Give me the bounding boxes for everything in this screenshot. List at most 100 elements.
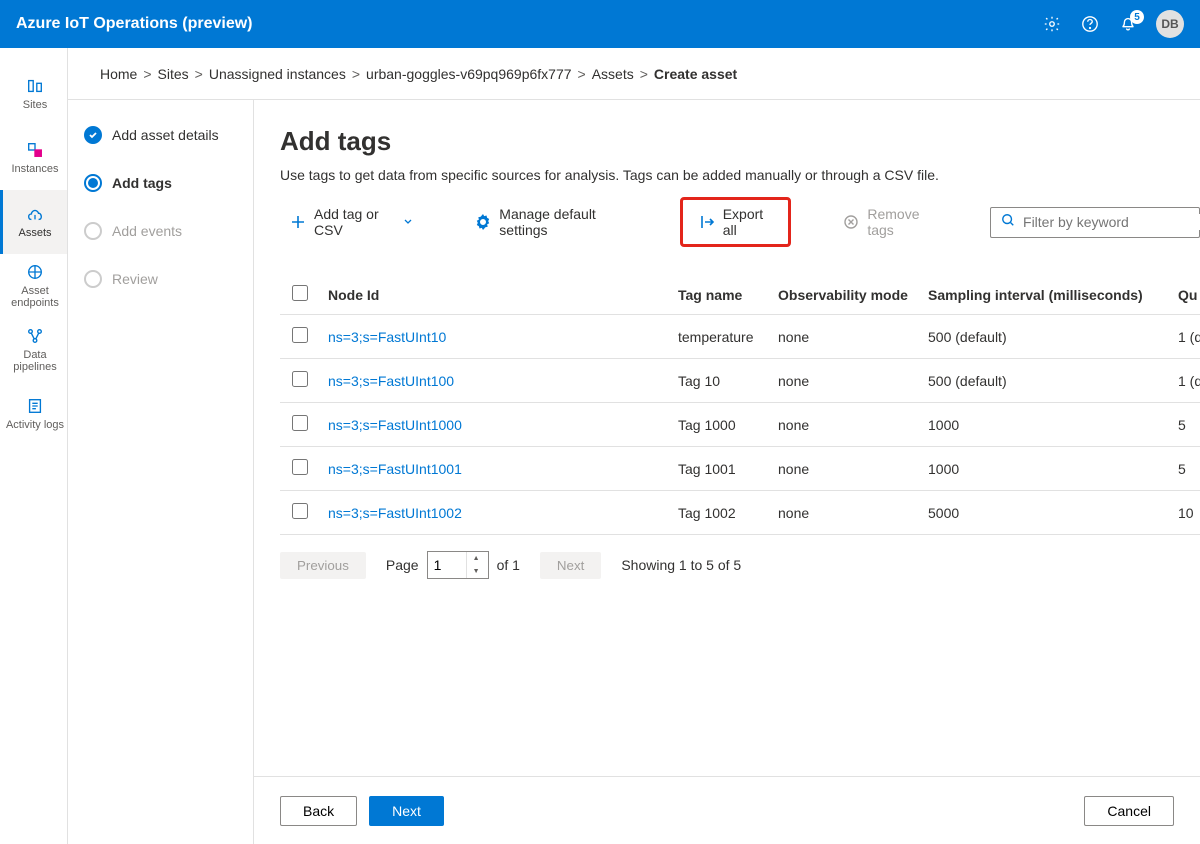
tags-table-scroll[interactable]: Node Id Tag name Observability mode Samp… [280,275,1200,535]
node-id-link[interactable]: ns=3;s=FastUInt100 [328,373,454,389]
breadcrumb-item[interactable]: Unassigned instances [209,66,346,82]
cell-observability: none [770,447,920,491]
step-add-asset-details[interactable]: Add asset details [84,126,237,144]
row-checkbox[interactable] [292,327,308,343]
cell-observability: none [770,315,920,359]
cell-tag-name: Tag 10 [670,359,770,403]
rail-label: Instances [11,163,58,175]
cancel-button[interactable]: Cancel [1084,796,1174,826]
cell-sampling-interval: 1000 [920,403,1170,447]
rail-assets[interactable]: Assets [0,190,67,254]
col-observability[interactable]: Observability mode [770,275,920,315]
rail-label: Assets [18,227,51,239]
page-description: Use tags to get data from specific sourc… [280,167,1200,183]
notifications-icon[interactable]: 5 [1118,14,1138,34]
rail-label: Data pipelines [5,349,65,373]
filter-input[interactable] [1023,214,1200,230]
col-node-id[interactable]: Node Id [320,275,670,315]
cell-sampling-interval: 5000 [920,491,1170,535]
chevron-down-icon [403,217,413,227]
col-qu[interactable]: Qu [1170,275,1200,315]
col-sampling-interval[interactable]: Sampling interval (milliseconds) [920,275,1170,315]
export-icon [699,213,715,231]
cell-sampling-interval: 1000 [920,447,1170,491]
rail-asset-endpoints[interactable]: Asset endpoints [0,254,67,318]
rail-activity-logs[interactable]: Activity logs [0,382,67,446]
wizard-footer: Back Next Cancel [254,776,1200,844]
back-button[interactable]: Back [280,796,357,826]
tags-table: Node Id Tag name Observability mode Samp… [280,275,1200,535]
settings-icon[interactable] [1042,14,1062,34]
search-icon [1001,213,1015,232]
row-checkbox[interactable] [292,415,308,431]
table-row: ns=3;s=FastUInt100 Tag 10none500 (default… [280,359,1200,403]
page-spinner[interactable]: ▲▼ [427,551,489,579]
gear-icon [475,213,491,231]
cell-qu: 1 (d [1170,359,1200,403]
rail-instances[interactable]: Instances [0,126,67,190]
app-header: Azure IoT Operations (preview) 5 DB [0,0,1200,48]
select-all-checkbox[interactable] [292,285,308,301]
rail-sites[interactable]: Sites [0,62,67,126]
rail-data-pipelines[interactable]: Data pipelines [0,318,67,382]
cell-sampling-interval: 500 (default) [920,315,1170,359]
step-add-tags[interactable]: Add tags [84,174,237,192]
showing-label: Showing 1 to 5 of 5 [621,557,741,573]
rail-label: Activity logs [6,419,64,431]
cell-tag-name: Tag 1002 [670,491,770,535]
step-review[interactable]: Review [84,270,237,288]
cell-observability: none [770,359,920,403]
remove-tags-button: Remove tags [833,200,948,244]
breadcrumb-item[interactable]: Assets [592,66,634,82]
page-title: Add tags [280,126,1200,157]
notification-count: 5 [1130,10,1144,24]
row-checkbox[interactable] [292,459,308,475]
col-tag-name[interactable]: Tag name [670,275,770,315]
cell-qu: 5 [1170,403,1200,447]
remove-icon [843,213,859,231]
table-row: ns=3;s=FastUInt10 temperaturenone500 (def… [280,315,1200,359]
spinner-arrows[interactable]: ▲▼ [466,552,486,578]
app-title: Azure IoT Operations (preview) [16,15,252,33]
page-of-label: of 1 [497,557,520,573]
breadcrumb-item[interactable]: Sites [158,66,189,82]
cell-tag-name: temperature [670,315,770,359]
plus-icon [290,213,306,231]
rail-label: Asset endpoints [5,285,65,309]
cell-qu: 5 [1170,447,1200,491]
pager: Previous Page ▲▼ of 1 Next Showing 1 to [280,535,1200,595]
cell-qu: 10 [1170,491,1200,535]
row-checkbox[interactable] [292,503,308,519]
table-row: ns=3;s=FastUInt1002Tag 1002none500010 [280,491,1200,535]
page-number-input[interactable] [428,557,466,573]
cell-tag-name: Tag 1001 [670,447,770,491]
cell-sampling-interval: 500 (default) [920,359,1170,403]
cell-qu: 1 (d [1170,315,1200,359]
cell-observability: none [770,403,920,447]
node-id-link[interactable]: ns=3;s=FastUInt1002 [328,505,462,521]
wizard-steps: Add asset details Add tags Add events Re… [68,100,254,844]
page-label: Page [386,557,419,573]
breadcrumb-current: Create asset [654,66,737,82]
cell-tag-name: Tag 1000 [670,403,770,447]
node-id-link[interactable]: ns=3;s=FastUInt1001 [328,461,462,477]
nav-rail: Sites Instances Assets Asset endpoints D… [0,48,68,844]
next-page-button: Next [540,552,601,579]
breadcrumb-item[interactable]: Home [100,66,137,82]
add-tag-button[interactable]: Add tag or CSV [280,200,423,244]
export-all-button[interactable]: Export all [680,197,792,247]
breadcrumb-item[interactable]: urban-goggles-v69pq969p6fx777 [366,66,572,82]
toolbar: Add tag or CSV Manage default settings E… [280,197,1200,247]
node-id-link[interactable]: ns=3;s=FastUInt10 [328,329,446,345]
help-icon[interactable] [1080,14,1100,34]
next-button[interactable]: Next [369,796,444,826]
step-add-events[interactable]: Add events [84,222,237,240]
breadcrumb: Home> Sites> Unassigned instances> urban… [68,48,1200,100]
user-avatar[interactable]: DB [1156,10,1184,38]
filter-input-wrapper[interactable] [990,207,1200,238]
node-id-link[interactable]: ns=3;s=FastUInt1000 [328,417,462,433]
previous-button: Previous [280,552,366,579]
table-row: ns=3;s=FastUInt1000 Tag 1000none10005 [280,403,1200,447]
manage-settings-button[interactable]: Manage default settings [465,200,637,244]
row-checkbox[interactable] [292,371,308,387]
